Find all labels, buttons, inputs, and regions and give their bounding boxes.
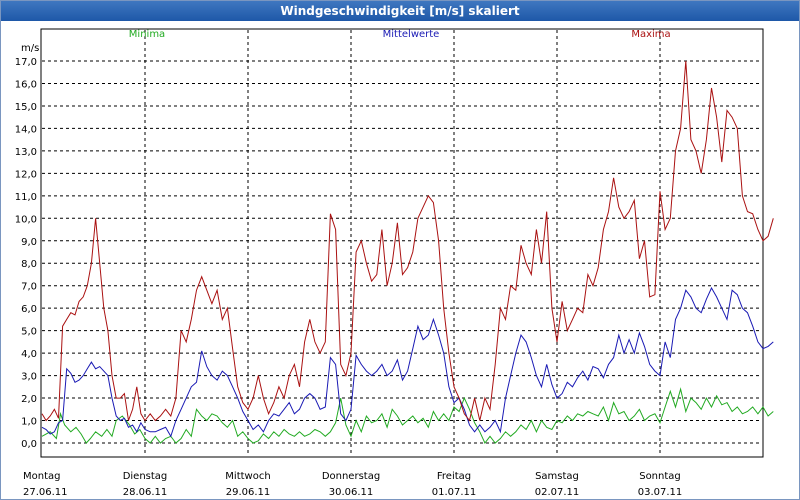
x-tick-day: Dienstag — [123, 471, 168, 482]
x-tick-day: Freitag — [437, 471, 471, 482]
y-tick-label: 6,0 — [21, 304, 37, 315]
y-tick-label: 10,0 — [15, 214, 37, 225]
y-tick-label: 4,0 — [21, 349, 37, 360]
x-tick-day: Montag — [23, 471, 60, 482]
y-axis-label: m/s — [21, 43, 39, 54]
x-tick-day: Donnerstag — [322, 471, 380, 482]
y-tick-label: 12,0 — [15, 169, 37, 180]
x-tick-date: 27.06.11 — [23, 487, 68, 498]
y-tick-label: 7,0 — [21, 282, 37, 293]
y-tick-label: 8,0 — [21, 259, 37, 270]
y-tick-label: 9,0 — [21, 237, 37, 248]
legend-minima: Minima — [129, 29, 165, 40]
y-tick-label: 1,0 — [21, 417, 37, 428]
legend-mittelwerte: Mittelwerte — [383, 29, 440, 40]
series-mittelwerte — [41, 286, 774, 438]
chart-window: Windgeschwindigkeit [m/s] skaliert 0,0 1,… — [0, 0, 800, 500]
x-tick-date: 29.06.11 — [226, 487, 271, 498]
x-tick-day: Samstag — [535, 471, 579, 482]
y-tick-label: 17,0 — [15, 57, 37, 68]
legend-maxima: Maxima — [631, 29, 670, 40]
y-tick-label: 2,0 — [21, 394, 37, 405]
y-tick-label: 16,0 — [15, 79, 37, 90]
plot-frame — [40, 28, 764, 458]
y-tick-label: 15,0 — [15, 102, 37, 113]
y-tick-label: 11,0 — [15, 192, 37, 203]
window-title: Windgeschwindigkeit [m/s] skaliert — [1, 1, 799, 21]
x-tick-date: 03.07.11 — [638, 487, 683, 498]
x-tick-date: 01.07.11 — [432, 487, 477, 498]
chart: 0,0 1,0 2,0 3,0 4,0 5,0 6,0 7,0 8,0 9,0 10,0 11,0 12… — [15, 28, 774, 498]
y-tick-label: 14,0 — [15, 124, 37, 135]
y-tick-label: 0,0 — [21, 439, 37, 450]
x-tick-date: 28.06.11 — [123, 487, 168, 498]
x-tick-day: Sonntag — [639, 471, 681, 482]
y-tick-label: 5,0 — [21, 327, 37, 338]
x-tick-date: 02.07.11 — [535, 487, 580, 498]
x-tick-day: Mittwoch — [225, 471, 270, 482]
x-tick-date: 30.06.11 — [329, 487, 374, 498]
y-tick-label: 13,0 — [15, 147, 37, 158]
y-tick-label: 3,0 — [21, 372, 37, 383]
